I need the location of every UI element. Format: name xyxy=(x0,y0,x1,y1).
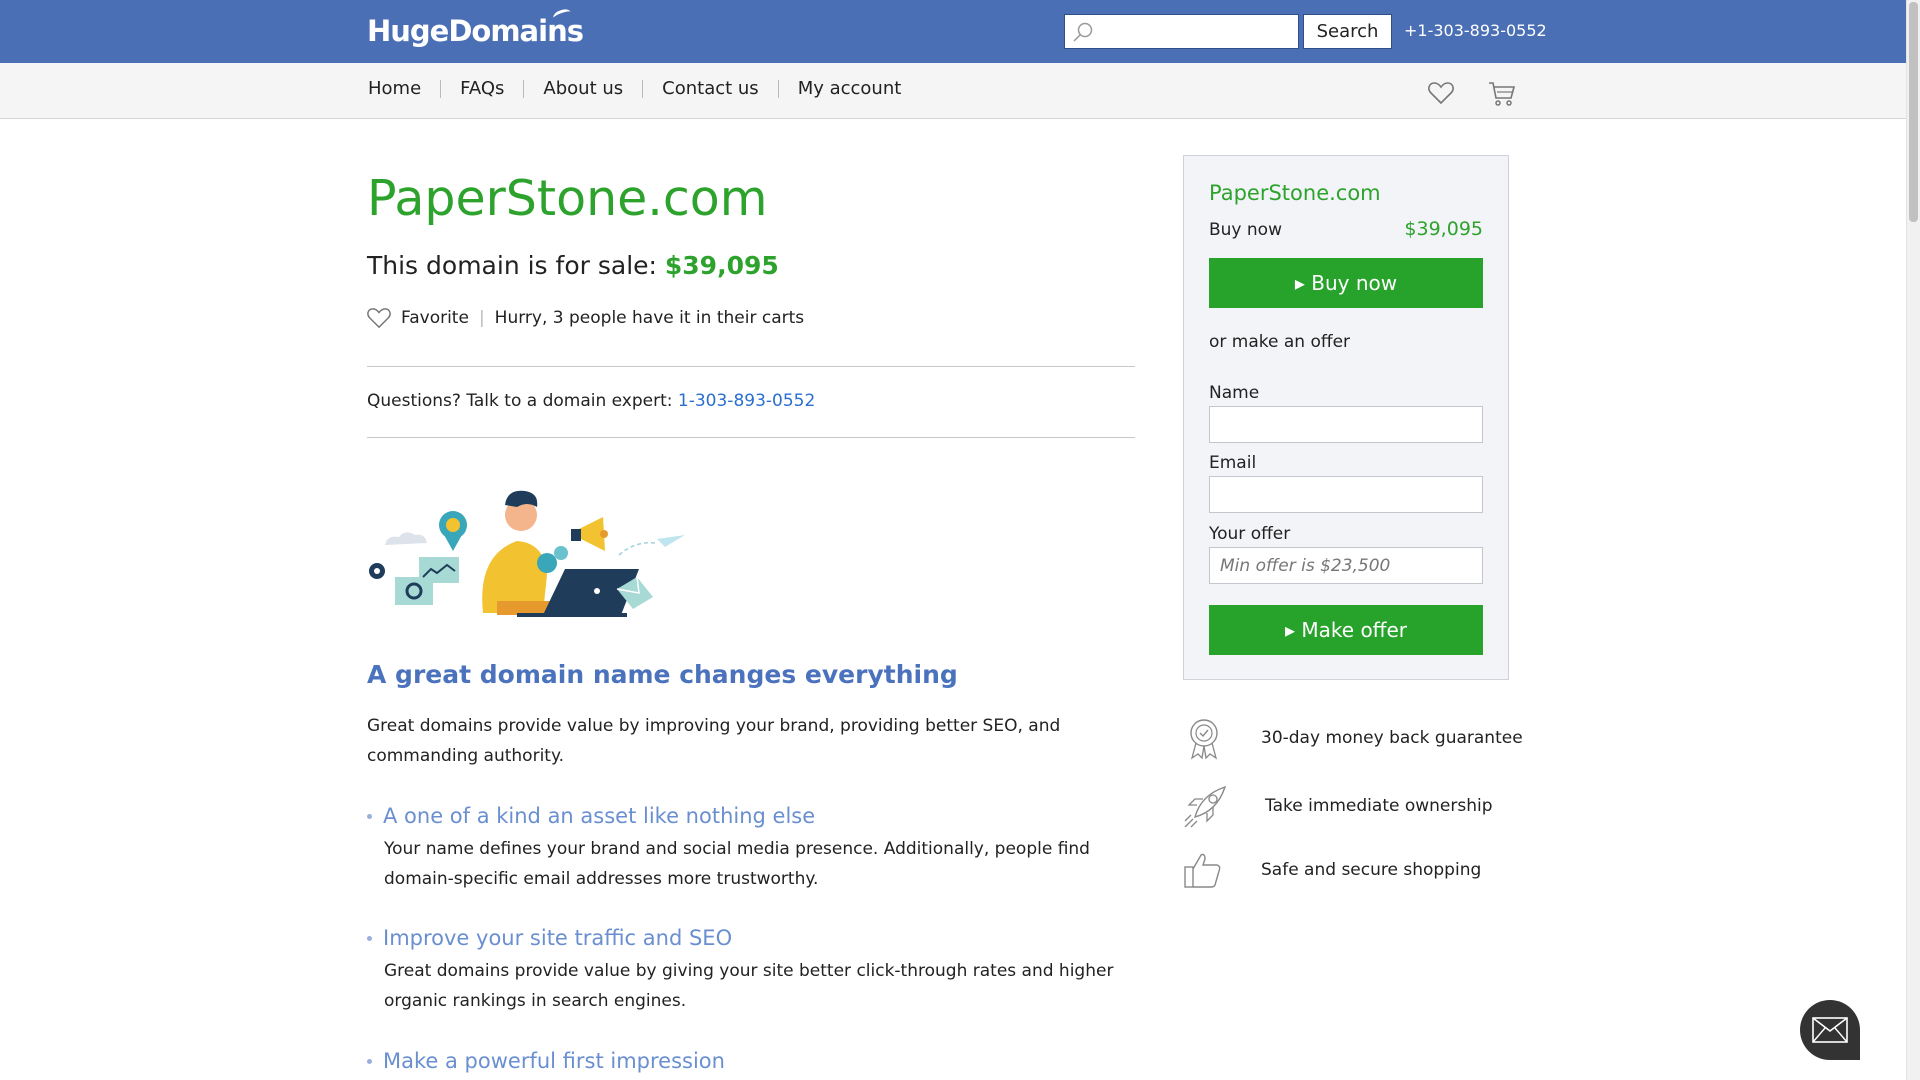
for-sale-price: $39,095 xyxy=(664,251,779,280)
favorite-heart-icon[interactable] xyxy=(367,307,391,329)
name-field[interactable] xyxy=(1209,406,1483,443)
envelope-icon xyxy=(1812,1017,1848,1043)
main-nav: Home FAQs About us Contact us My account xyxy=(368,80,920,98)
heart-icon[interactable] xyxy=(1428,81,1454,105)
email-label: Email xyxy=(1209,453,1257,473)
logo-text: HugeDomains xyxy=(367,14,584,48)
feature-ownership: Take immediate ownership xyxy=(1183,783,1493,829)
divider-line xyxy=(367,366,1135,367)
questions-line: Questions? Talk to a domain expert: 1-30… xyxy=(367,391,815,411)
benefit-item: Improve your site traffic and SEO Great … xyxy=(367,926,1157,1016)
domain-title: PaperStone.com xyxy=(367,170,768,227)
header-phone[interactable]: +1-303-893-0552 xyxy=(1404,21,1547,40)
offer-field[interactable] xyxy=(1209,547,1483,584)
section-title: A great domain name changes everything xyxy=(367,660,958,689)
carts-notice: Hurry, 3 people have it in their carts xyxy=(494,308,805,328)
nav-faqs[interactable]: FAQs xyxy=(440,80,523,98)
feature-money-back: 30-day money back guarantee xyxy=(1183,716,1523,760)
intro-text: Great domains provide value by improving… xyxy=(367,716,1061,766)
favorite-row: Favorite | Hurry, 3 people have it in th… xyxy=(367,307,804,329)
divider-line xyxy=(367,437,1135,438)
scrollbar-thumb[interactable] xyxy=(1909,2,1918,222)
offer-text: or make an offer xyxy=(1209,332,1351,352)
nav-home[interactable]: Home xyxy=(368,80,440,98)
buy-now-button[interactable]: ▸ Buy now xyxy=(1209,258,1483,308)
benefit-title: A one of a kind an asset like nothing el… xyxy=(383,804,816,828)
feature-secure: Safe and secure shopping xyxy=(1183,851,1481,889)
bullet-icon xyxy=(367,1058,372,1064)
for-sale-text: This domain is for sale: xyxy=(367,251,665,280)
purchase-card: PaperStone.com Buy now $39,095 ▸ Buy now… xyxy=(1183,155,1509,680)
bullet-icon xyxy=(367,935,372,941)
search-input[interactable] xyxy=(1064,14,1299,49)
card-domain: PaperStone.com xyxy=(1209,181,1381,205)
marketing-illustration xyxy=(369,490,685,617)
feature-label: 30-day money back guarantee xyxy=(1261,728,1523,748)
for-sale-line: This domain is for sale: $39,095 xyxy=(367,251,779,280)
benefit-body: Your name defines your brand and social … xyxy=(384,839,1090,889)
ribbon-award-icon xyxy=(1190,719,1218,760)
benefit-body: Great domains provide value by giving yo… xyxy=(384,961,1114,1011)
divider: | xyxy=(478,308,485,328)
rocket-icon xyxy=(1184,785,1227,828)
make-offer-button[interactable]: ▸ Make offer xyxy=(1209,605,1483,655)
benefit-title: Make a powerful first impression xyxy=(383,1049,725,1073)
bullet-icon xyxy=(367,813,372,819)
feature-label: Safe and secure shopping xyxy=(1261,860,1482,880)
search-button[interactable]: Search xyxy=(1303,14,1392,49)
favorite-link[interactable]: Favorite xyxy=(401,308,469,328)
nav-about-us[interactable]: About us xyxy=(523,80,642,98)
name-label: Name xyxy=(1209,383,1260,403)
email-field[interactable] xyxy=(1209,476,1483,513)
contact-chat-button[interactable] xyxy=(1800,1000,1860,1060)
benefit-item: A one of a kind an asset like nothing el… xyxy=(367,804,1157,894)
nav-bar: Home FAQs About us Contact us My account xyxy=(0,63,1906,119)
card-price: $39,095 xyxy=(1404,218,1483,240)
expert-phone-link[interactable]: 1-303-893-0552 xyxy=(678,391,815,411)
logo[interactable]: HugeDomains xyxy=(367,7,584,48)
buy-now-label: Buy now xyxy=(1209,220,1282,240)
thumbs-up-icon xyxy=(1184,853,1221,888)
benefit-title: Improve your site traffic and SEO xyxy=(383,926,733,950)
offer-label: Your offer xyxy=(1209,524,1291,544)
nav-my-account[interactable]: My account xyxy=(777,80,921,98)
nav-contact-us[interactable]: Contact us xyxy=(642,80,778,98)
benefit-item: Make a powerful first impression xyxy=(367,1049,1157,1073)
search-icon xyxy=(1073,22,1093,42)
questions-text: Questions? Talk to a domain expert: xyxy=(367,391,678,411)
feature-label: Take immediate ownership xyxy=(1265,796,1493,816)
top-header: HugeDomains Search +1-303-893-0552 xyxy=(0,0,1906,63)
cart-icon[interactable] xyxy=(1488,81,1516,107)
